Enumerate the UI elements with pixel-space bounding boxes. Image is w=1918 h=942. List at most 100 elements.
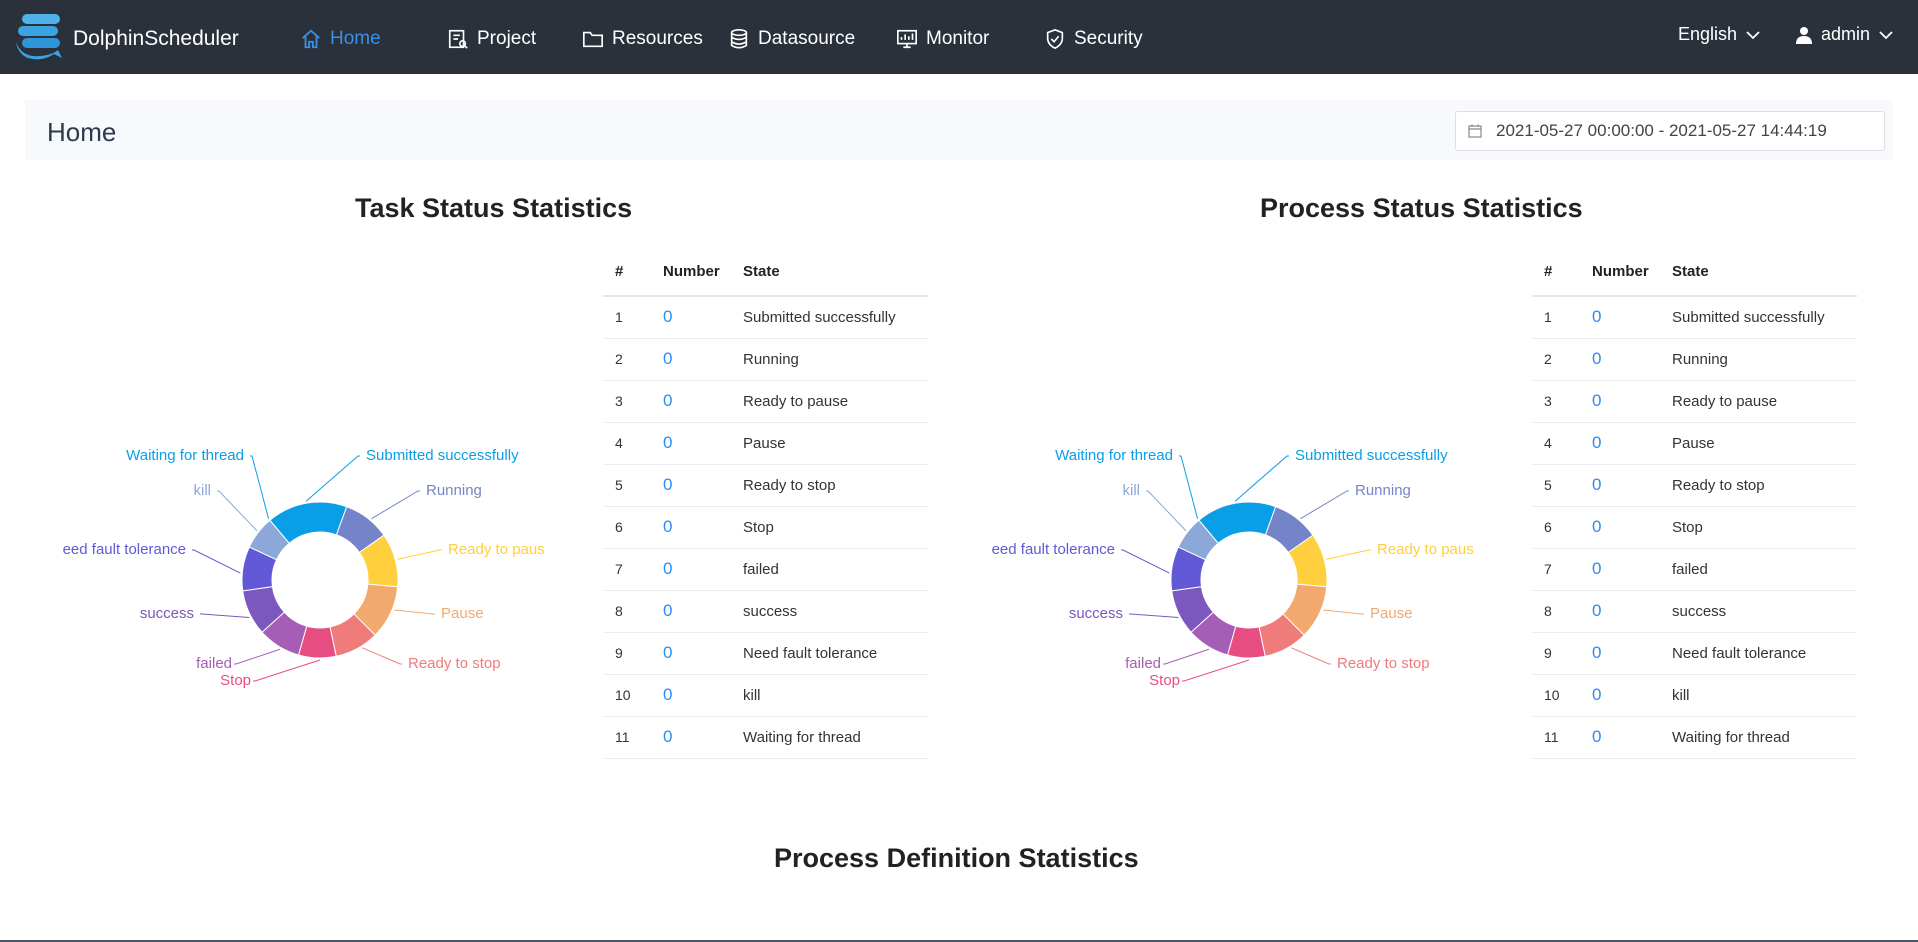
dolphin-logo-icon[interactable] <box>12 12 70 64</box>
project-icon <box>448 29 468 49</box>
donut-label: Stop <box>1149 672 1180 689</box>
table-row: 11 0 Waiting for thread <box>1532 716 1857 759</box>
row-number[interactable]: 0 <box>1580 674 1660 717</box>
label-leader-line <box>1129 613 1179 619</box>
row-index: 4 <box>1532 422 1580 465</box>
label-leader-line <box>253 659 321 682</box>
row-index: 1 <box>1532 296 1580 339</box>
label-leader-line <box>200 613 250 619</box>
row-number[interactable]: 0 <box>651 338 731 381</box>
nav-security-label: Security <box>1074 28 1143 49</box>
row-number[interactable]: 0 <box>651 380 731 423</box>
table-row: 5 0 Ready to stop <box>603 464 928 507</box>
row-number[interactable]: 0 <box>1580 548 1660 591</box>
label-leader-line <box>1121 549 1170 574</box>
row-number[interactable]: 0 <box>1580 338 1660 381</box>
donut-label: Pause <box>1370 605 1413 622</box>
process-stats-title: Process Status Statistics <box>1260 193 1583 223</box>
column-header-state: State <box>1660 248 1857 297</box>
row-number[interactable]: 0 <box>1580 506 1660 549</box>
row-state: Stop <box>1660 506 1857 549</box>
donut-label: success <box>1069 605 1123 622</box>
page-title: Home <box>47 117 117 147</box>
row-number[interactable]: 0 <box>1580 590 1660 633</box>
home-icon <box>302 29 320 49</box>
nav-security[interactable]: Security <box>1044 25 1143 53</box>
row-number[interactable]: 0 <box>651 674 731 717</box>
donut-label: Running <box>1355 482 1411 499</box>
label-leader-line <box>1179 455 1199 519</box>
nav-project[interactable]: Project <box>447 25 536 53</box>
table-row: 9 0 Need fault tolerance <box>603 632 928 675</box>
language-label: English <box>1678 24 1738 44</box>
label-leader-line <box>1234 455 1289 502</box>
table-row: 4 0 Pause <box>1532 422 1857 465</box>
nav-monitor-label: Monitor <box>926 28 990 49</box>
label-leader-line <box>1146 490 1187 532</box>
donut-label: Submitted successfully <box>1295 447 1448 464</box>
table-row: 11 0 Waiting for thread <box>603 716 928 759</box>
row-number[interactable]: 0 <box>651 590 731 633</box>
table-row: 6 0 Stop <box>1532 506 1857 549</box>
process-status-table: # Number State 1 0 Submitted successfully 2… <box>1532 248 1857 759</box>
row-index: 5 <box>603 464 651 507</box>
database-icon <box>730 29 748 49</box>
donut-label: Running <box>426 482 482 499</box>
donut-label: kill <box>1123 482 1141 499</box>
donut-label: Ready to paus <box>1377 541 1474 558</box>
row-index: 2 <box>603 338 651 381</box>
row-number[interactable]: 0 <box>651 632 731 675</box>
row-number[interactable]: 0 <box>1580 380 1660 423</box>
row-index: 11 <box>603 716 651 759</box>
nav-resources[interactable]: Resources <box>582 25 703 53</box>
chevron-down-icon <box>1879 30 1893 39</box>
nav-monitor[interactable]: Monitor <box>896 25 989 53</box>
table-row: 6 0 Stop <box>603 506 928 549</box>
row-number[interactable]: 0 <box>651 716 731 759</box>
label-leader-line <box>305 455 360 502</box>
user-menu[interactable]: admin <box>1795 24 1894 45</box>
date-range-picker[interactable]: 2021-05-27 00:00:00 - 2021-05-27 14:44:1… <box>1455 111 1885 151</box>
row-state: success <box>731 590 928 633</box>
nav-resources-label: Resources <box>612 28 703 49</box>
row-state: Ready to pause <box>731 380 928 423</box>
row-number[interactable]: 0 <box>651 296 731 339</box>
table-row: 9 0 Need fault tolerance <box>1532 632 1857 675</box>
label-leader-line <box>394 609 435 615</box>
row-number[interactable]: 0 <box>651 506 731 549</box>
row-state: Need fault tolerance <box>731 632 928 675</box>
row-state: Waiting for thread <box>731 716 928 759</box>
row-number[interactable]: 0 <box>1580 632 1660 675</box>
date-range-value: 2021-05-27 00:00:00 - 2021-05-27 14:44:1… <box>1496 121 1827 140</box>
donut-label: Ready to stop <box>408 655 501 672</box>
column-header-state: State <box>731 248 928 297</box>
donut-label: Ready to stop <box>1337 655 1430 672</box>
table-row: 10 0 kill <box>603 674 928 717</box>
nav-datasource[interactable]: Datasource <box>728 25 855 53</box>
table-row: 3 0 Ready to pause <box>603 380 928 423</box>
label-leader-line <box>192 549 241 574</box>
row-state: Need fault tolerance <box>1660 632 1857 675</box>
row-state: success <box>1660 590 1857 633</box>
table-row: 2 0 Running <box>1532 338 1857 381</box>
row-number[interactable]: 0 <box>651 422 731 465</box>
language-selector[interactable]: English <box>1678 24 1761 45</box>
table-row: 7 0 failed <box>1532 548 1857 591</box>
label-leader-line <box>250 455 270 519</box>
row-number[interactable]: 0 <box>1580 464 1660 507</box>
row-number[interactable]: 0 <box>651 548 731 591</box>
nav-project-label: Project <box>477 28 537 49</box>
row-number[interactable]: 0 <box>651 464 731 507</box>
row-number[interactable]: 0 <box>1580 296 1660 339</box>
table-row: 1 0 Submitted successfully <box>1532 296 1857 339</box>
table-header-row: # Number State <box>1532 248 1857 297</box>
row-number[interactable]: 0 <box>1580 716 1660 759</box>
row-state: failed <box>1660 548 1857 591</box>
row-state: Stop <box>731 506 928 549</box>
row-number[interactable]: 0 <box>1580 422 1660 465</box>
row-index: 6 <box>1532 506 1580 549</box>
label-leader-line <box>397 549 442 560</box>
brand-name: DolphinScheduler <box>73 27 239 50</box>
nav-home[interactable]: Home <box>300 25 381 53</box>
row-index: 8 <box>1532 590 1580 633</box>
